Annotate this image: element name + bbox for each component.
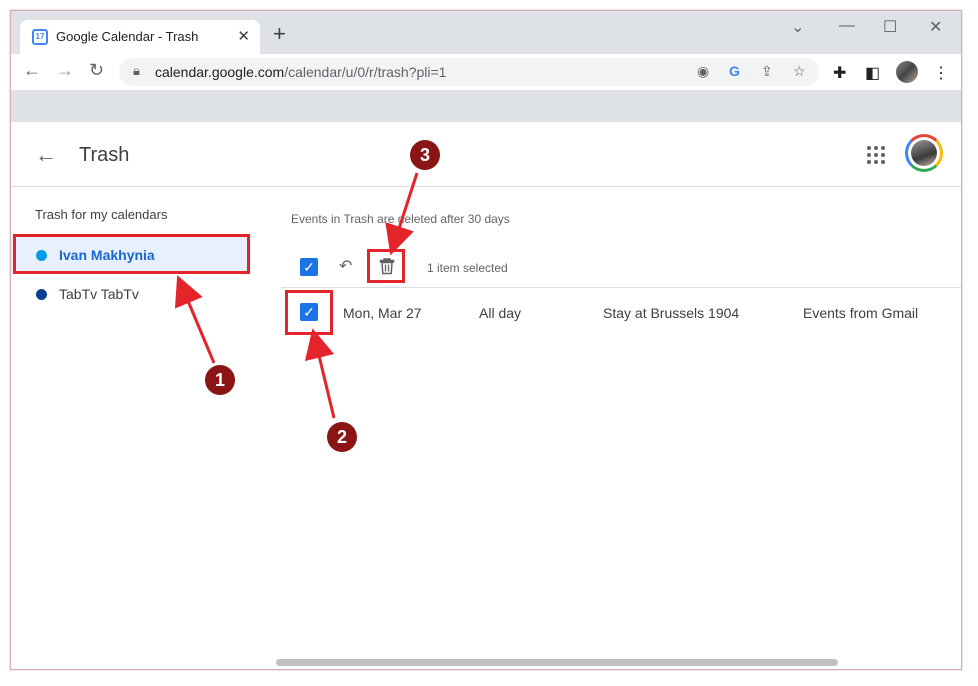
annotation-badge-2: 2 (327, 422, 357, 452)
annotation-badge-1: 1 (205, 365, 235, 395)
browser-window: 17 Google Calendar - Trash ✕ + ⌄ — ☐ ✕ ←… (10, 10, 962, 670)
annotation-arrows (174, 172, 419, 419)
annotation-badge-3: 3 (410, 140, 440, 170)
